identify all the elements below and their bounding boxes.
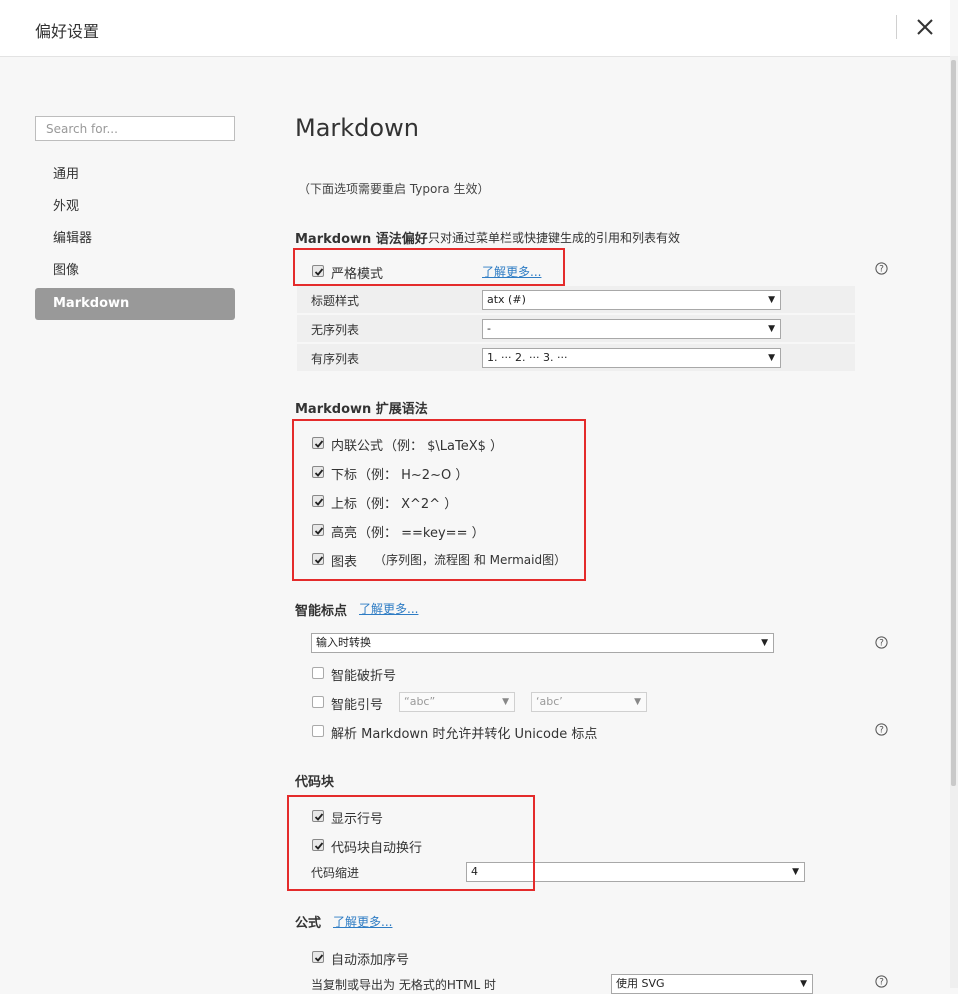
- help-icon[interactable]: ?: [875, 636, 888, 649]
- syntax-pref-desc: 只对通过菜单栏或快捷键生成的引用和列表有效: [428, 231, 681, 245]
- ordered-list-value: 1. ··· 2. ··· 3. ···: [487, 351, 568, 364]
- double-quote-style-select[interactable]: “abc” ▼: [399, 692, 515, 712]
- close-icon: [917, 19, 933, 35]
- search-input[interactable]: [35, 116, 235, 141]
- codeblock-heading: 代码块: [295, 775, 335, 790]
- sidebar-item-markdown[interactable]: Markdown: [35, 288, 235, 320]
- sidebar-item-editor[interactable]: 编辑器: [35, 223, 235, 255]
- titlebar-divider: [896, 15, 897, 39]
- scrollbar-thumb[interactable]: [951, 60, 956, 786]
- dropdown-arrow-icon: ▼: [768, 324, 775, 334]
- extended-syntax-heading: Markdown 扩展语法: [295, 402, 428, 417]
- smart-punct-heading: 智能标点: [295, 604, 348, 619]
- smart-punct-learn-more-link[interactable]: 了解更多...: [359, 600, 418, 617]
- dropdown-arrow-icon: ▼: [800, 979, 807, 989]
- dropdown-arrow-icon: ▼: [768, 295, 775, 305]
- smart-quote-checkbox[interactable]: [312, 696, 324, 708]
- help-icon[interactable]: ?: [875, 975, 888, 988]
- ordered-list-label: 有序列表: [311, 352, 360, 366]
- ordered-list-select[interactable]: 1. ··· 2. ··· 3. ··· ▼: [482, 348, 781, 368]
- smart-punct-mode-select[interactable]: 输入时转换 ▼: [311, 633, 774, 653]
- restart-note: （下面选项需要重启 Typora 生效）: [298, 182, 490, 196]
- checkmark-icon: [314, 954, 324, 962]
- dropdown-arrow-icon: ▼: [792, 867, 799, 877]
- annotation-box-strict-mode: [293, 248, 565, 286]
- svg-text:?: ?: [879, 978, 884, 988]
- smart-punct-mode-value: 输入时转换: [316, 636, 371, 649]
- dropdown-arrow-icon: ▼: [768, 353, 775, 363]
- math-heading: 公式: [295, 916, 322, 931]
- title-bar: 偏好设置: [0, 0, 950, 57]
- unicode-punct-label[interactable]: 解析 Markdown 时允许并转化 Unicode 标点: [331, 723, 597, 742]
- help-icon[interactable]: ?: [875, 723, 888, 736]
- smart-dash-checkbox[interactable]: [312, 667, 324, 679]
- copy-export-value: 使用 SVG: [616, 977, 665, 990]
- dropdown-arrow-icon: ▼: [634, 697, 641, 707]
- math-learn-more-link[interactable]: 了解更多...: [333, 913, 392, 930]
- smart-dash-label[interactable]: 智能破折号: [331, 665, 396, 684]
- unicode-punct-checkbox[interactable]: [312, 725, 324, 737]
- single-quote-style-value: ‘abc’: [536, 695, 563, 708]
- auto-number-checkbox[interactable]: [312, 951, 324, 963]
- heading-style-label: 标题样式: [311, 294, 360, 308]
- unordered-list-label: 无序列表: [311, 323, 360, 337]
- auto-number-label[interactable]: 自动添加序号: [331, 949, 409, 968]
- dropdown-arrow-icon: ▼: [502, 697, 509, 707]
- sidebar-item-general[interactable]: 通用: [35, 159, 235, 191]
- double-quote-style-value: “abc”: [404, 695, 436, 708]
- window-title: 偏好设置: [35, 22, 100, 41]
- unordered-list-value: -: [487, 322, 491, 335]
- annotation-box-extended-syntax: [292, 419, 586, 581]
- copy-export-label: 当复制或导出为 无格式的HTML 时: [311, 978, 497, 992]
- sidebar-item-appearance[interactable]: 外观: [35, 191, 235, 223]
- unordered-list-select[interactable]: - ▼: [482, 319, 781, 339]
- heading-style-select[interactable]: atx (#) ▼: [482, 290, 781, 310]
- help-icon[interactable]: ?: [875, 262, 888, 275]
- single-quote-style-select[interactable]: ‘abc’ ▼: [531, 692, 647, 712]
- heading-style-value: atx (#): [487, 293, 526, 306]
- page-title: Markdown: [295, 114, 419, 142]
- close-button[interactable]: [912, 12, 938, 42]
- sidebar-item-image[interactable]: 图像: [35, 255, 235, 287]
- syntax-pref-heading: Markdown 语法偏好: [295, 232, 428, 247]
- svg-text:?: ?: [879, 265, 884, 275]
- copy-export-select[interactable]: 使用 SVG ▼: [611, 974, 813, 994]
- svg-text:?: ?: [879, 639, 884, 649]
- svg-text:?: ?: [879, 726, 884, 736]
- annotation-box-codeblock: [287, 795, 535, 891]
- smart-quote-label[interactable]: 智能引号: [331, 694, 383, 713]
- dropdown-arrow-icon: ▼: [761, 638, 768, 648]
